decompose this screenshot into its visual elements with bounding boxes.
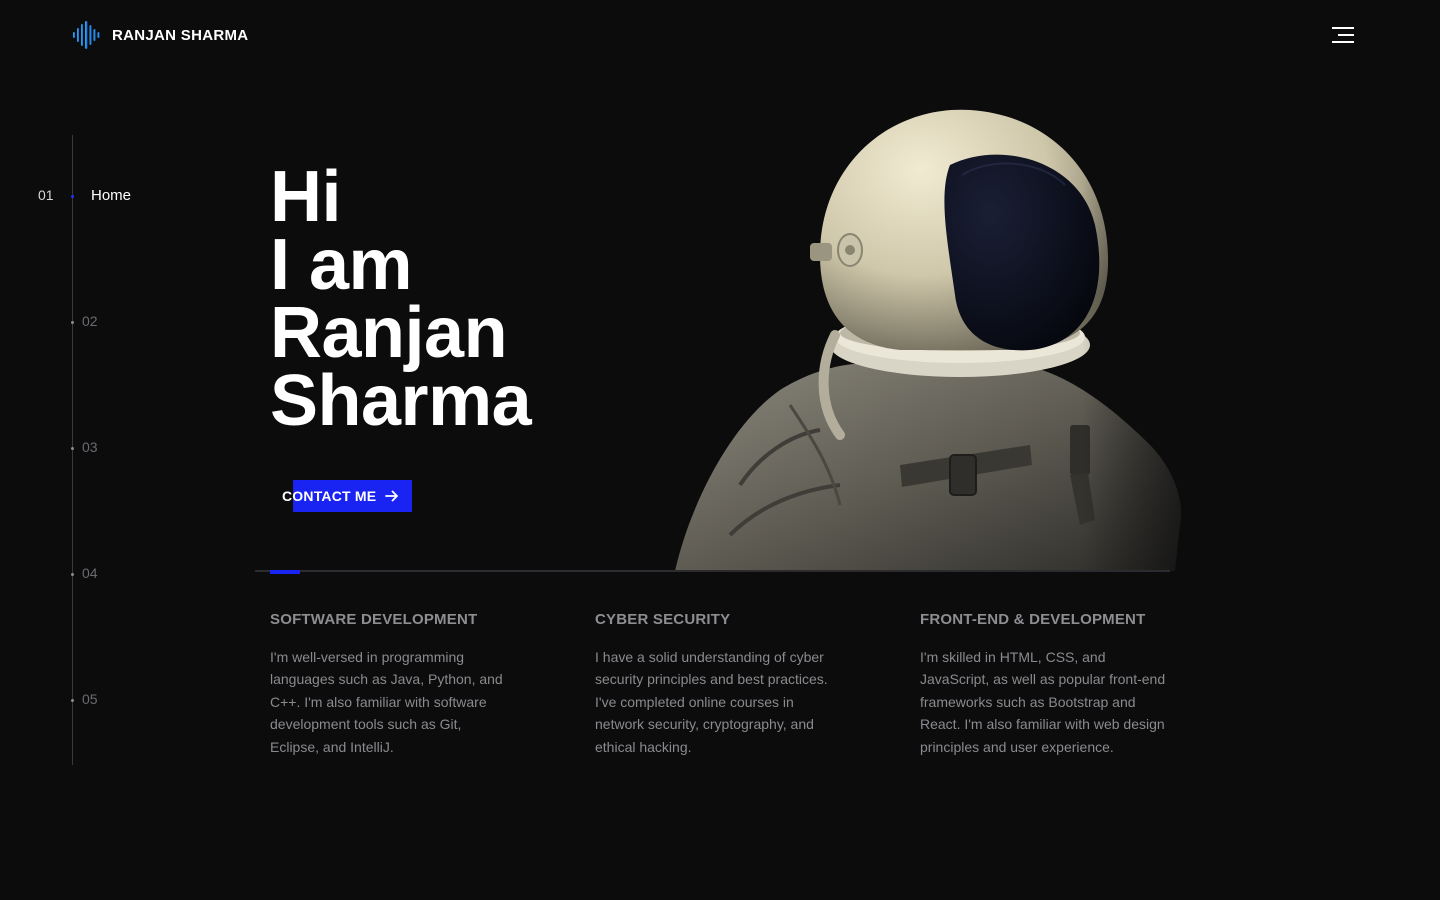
side-nav-number: 04 (82, 565, 98, 581)
service-software-development: SOFTWARE DEVELOPMENT I'm well-versed in … (270, 611, 520, 758)
service-cyber-security: CYBER SECURITY I have a solid understand… (595, 611, 845, 758)
hero-line-1: Hi (270, 157, 342, 237)
contact-button-label: CONTACT ME (282, 488, 377, 504)
menu-bar-top (1332, 27, 1354, 29)
section-divider (255, 570, 1170, 572)
menu-bar-bottom (1332, 41, 1354, 43)
side-nav-dot (71, 447, 74, 450)
astronaut-image (670, 105, 1185, 571)
divider-accent (270, 570, 300, 574)
side-nav-number: 01 (38, 187, 54, 203)
audio-wave-logo-icon (73, 21, 100, 49)
hamburger-menu-icon[interactable] (1328, 22, 1358, 48)
side-nav-label-home: Home (91, 187, 132, 204)
side-nav-item-05[interactable]: 05 (70, 690, 110, 710)
side-nav-number: 02 (82, 313, 98, 329)
hero-line-3: Ranjan (270, 293, 508, 373)
hero-heading: Hi I am Ranjan Sharma (270, 157, 532, 441)
service-title: FRONT-END & DEVELOPMENT (920, 611, 1146, 628)
service-description: I'm well-versed in programming languages… (270, 649, 503, 755)
portfolio-page: RANJAN SHARMA 01 Home 02 03 04 05 Hi I a… (0, 0, 1440, 900)
service-front-end-development: FRONT-END & DEVELOPMENT I'm skilled in H… (920, 611, 1170, 758)
side-nav-dot (71, 195, 74, 198)
hero-line-2: I am (270, 225, 413, 305)
service-description: I'm skilled in HTML, CSS, and JavaScript… (920, 649, 1166, 755)
side-nav-dot (71, 573, 74, 576)
side-nav-number: 05 (82, 691, 98, 707)
service-title: CYBER SECURITY (595, 611, 731, 628)
side-nav-dot (71, 699, 74, 702)
contact-me-button[interactable]: CONTACT ME (270, 480, 412, 512)
menu-bar-middle (1338, 34, 1354, 36)
side-nav-item-04[interactable]: 04 (70, 564, 110, 584)
service-title: SOFTWARE DEVELOPMENT (270, 611, 478, 628)
arrow-right-icon (385, 490, 399, 502)
brand-logo[interactable]: RANJAN SHARMA (72, 20, 248, 50)
side-nav-item-03[interactable]: 03 (70, 438, 110, 458)
side-nav-item-02[interactable]: 02 (70, 312, 110, 332)
service-description: I have a solid understanding of cyber se… (595, 649, 828, 755)
hero-line-4: Sharma (270, 361, 532, 441)
side-nav-number: 03 (82, 439, 98, 455)
brand-name: RANJAN SHARMA (112, 26, 249, 44)
side-nav-dot (71, 321, 74, 324)
side-nav-item-01[interactable]: 01 Home (38, 186, 148, 206)
